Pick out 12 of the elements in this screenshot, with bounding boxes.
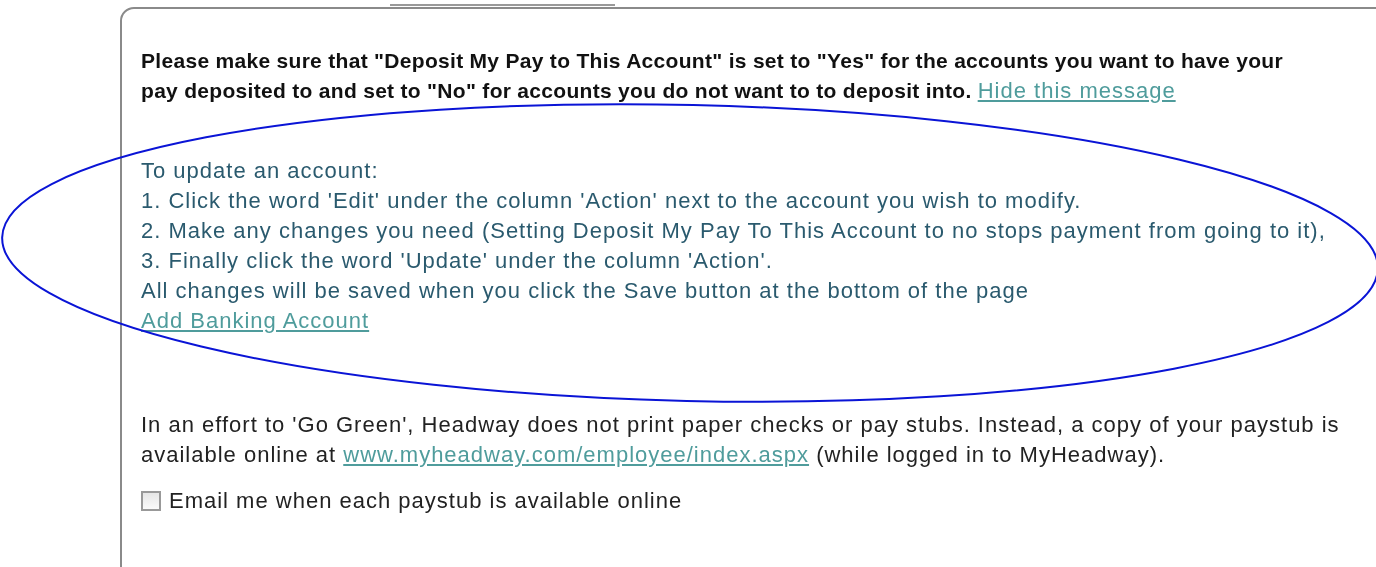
paystub-note: In an effort to 'Go Green', Headway does not print paper checks or pay stubs. Instead, a copy of your paystub is available online at www.myheadway.com/employee/index.aspx (while logged in to MyHeadway). — [141, 411, 1341, 469]
instruction-line: 2. Make any changes you need (Setting Deposit My Pay To This Account to no stops payment from going to it), — [141, 217, 1327, 245]
add-banking-account-link[interactable]: Add Banking Account — [141, 308, 370, 333]
checkbox-label[interactable]: Email me when each paystub is available online — [169, 486, 683, 516]
instruction-line: 3. Finally click the word 'Update' under the column 'Action'. — [141, 247, 774, 275]
paystub-url-link[interactable]: www.myheadway.com/employee/index.aspx — [343, 442, 810, 467]
email-checkbox[interactable] — [141, 491, 161, 511]
hide-message-link[interactable]: Hide this message — [977, 78, 1176, 103]
instruction-line: 1. Click the word 'Edit' under the column 'Action' next to the account you wish to modify. — [141, 187, 1083, 215]
deposit-message: Please make sure that "Deposit My Pay to This Account" is set to "Yes" for the accounts you want to have your pay deposited to and set to "No" for accounts you do not want to to deposit into. Hide this message — [141, 48, 1284, 105]
instructions-heading: To update an account: — [141, 157, 380, 185]
instruction-line: All changes will be saved when you click the Save button at the bottom of the page — [141, 277, 1030, 305]
